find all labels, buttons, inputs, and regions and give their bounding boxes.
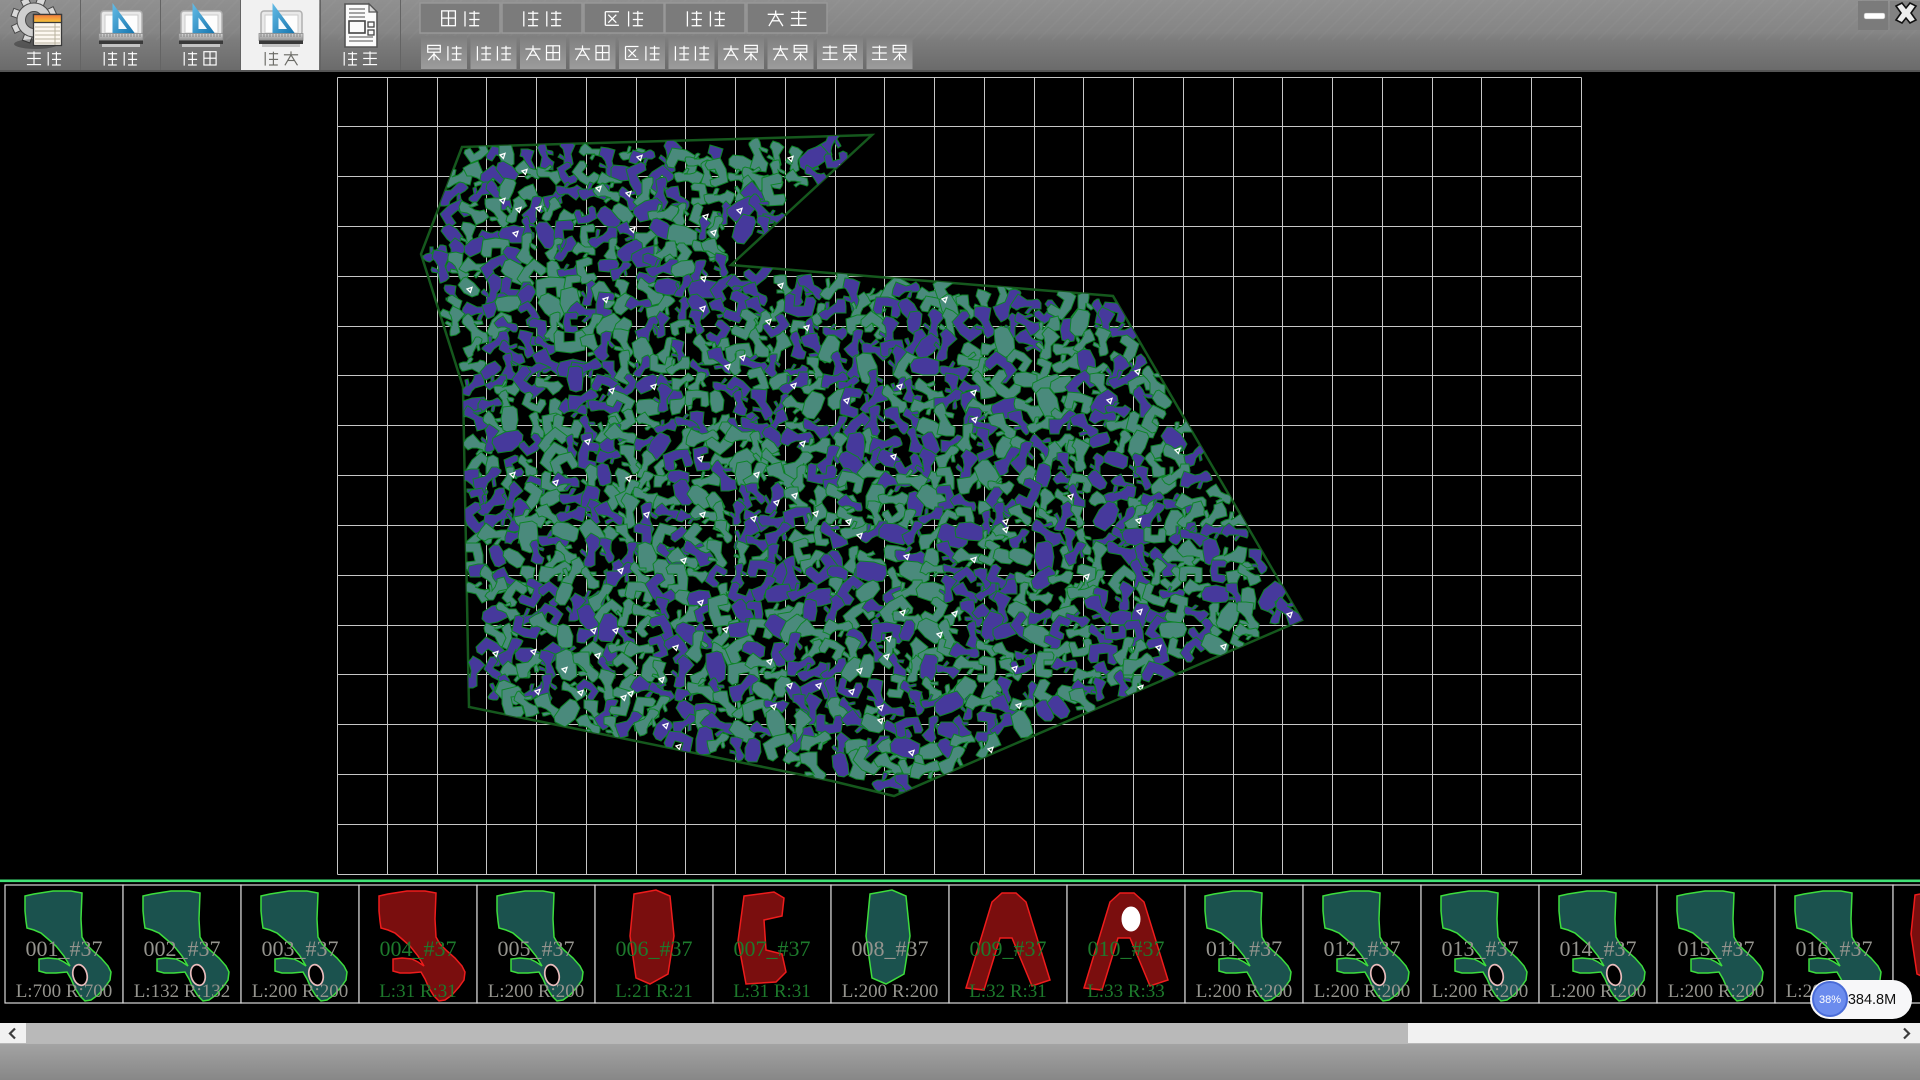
svg-text:L:200 R:200: L:200 R:200 [1196, 981, 1293, 1002]
svg-text:005_#37: 005_#37 [498, 936, 575, 961]
svg-text:L:200 R:200: L:200 R:200 [1668, 981, 1765, 1002]
svg-text:L:200 R:200: L:200 R:200 [252, 981, 349, 1002]
svg-text:014_#37: 014_#37 [1560, 936, 1637, 961]
svg-text:012_#37: 012_#37 [1324, 936, 1401, 961]
svg-text:013_#37: 013_#37 [1442, 936, 1519, 961]
svg-text:008_#37: 008_#37 [852, 936, 929, 961]
svg-text:003_#37: 003_#37 [262, 936, 339, 961]
svg-text:001_#37: 001_#37 [26, 936, 103, 961]
svg-text:010_#37: 010_#37 [1088, 936, 1165, 961]
svg-text:007_#37: 007_#37 [734, 936, 811, 961]
svg-text:L:200 R:200: L:200 R:200 [1550, 981, 1647, 1002]
svg-text:384.8M: 384.8M [1848, 992, 1896, 1008]
svg-text:016_#37: 016_#37 [1796, 936, 1873, 961]
svg-text:011_#37: 011_#37 [1206, 936, 1282, 961]
svg-text:L:700 R:700: L:700 R:700 [16, 981, 113, 1002]
svg-text:L:21 R:21: L:21 R:21 [615, 981, 693, 1002]
svg-text:004_#37: 004_#37 [380, 936, 457, 961]
svg-text:38%: 38% [1819, 994, 1841, 1006]
svg-text:002_#37: 002_#37 [144, 936, 221, 961]
svg-text:L:32 R:31: L:32 R:31 [969, 981, 1047, 1002]
svg-text:L:31 R:31: L:31 R:31 [379, 981, 457, 1002]
svg-text:015_#37: 015_#37 [1678, 936, 1755, 961]
svg-text:L:31 R:31: L:31 R:31 [733, 981, 811, 1002]
svg-text:L:200 R:200: L:200 R:200 [1314, 981, 1411, 1002]
svg-text:009_#37: 009_#37 [970, 936, 1047, 961]
svg-text:L:200 R:200: L:200 R:200 [1432, 981, 1529, 1002]
svg-text:006_#37: 006_#37 [616, 936, 693, 961]
svg-text:L:33 R:33: L:33 R:33 [1087, 981, 1165, 1002]
svg-text:L:200 R:200: L:200 R:200 [842, 981, 939, 1002]
svg-text:L:132 R:132: L:132 R:132 [134, 981, 231, 1002]
svg-text:L:200 R:200: L:200 R:200 [488, 981, 585, 1002]
